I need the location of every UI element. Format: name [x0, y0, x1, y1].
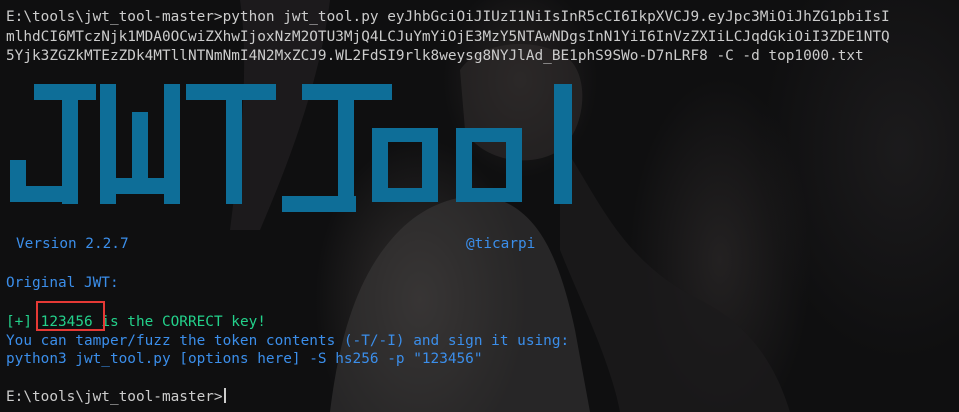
author-label: @ticarpi: [466, 236, 536, 252]
text-cursor: [223, 388, 226, 403]
prompt-text: E:\tools\jwt_tool-master>: [6, 389, 223, 405]
hint-line-1: You can tamper/fuzz the token contents (…: [6, 333, 570, 349]
result-bracket: [+]: [6, 314, 32, 330]
key-highlight-box: [36, 301, 105, 331]
command-line-2: mlhdCI6MTczNjk1MDA0OCwiZXhwIjoxNzM2OTU3M…: [6, 29, 890, 45]
result-message: is the CORRECT key!: [92, 314, 266, 330]
terminal-window[interactable]: E:\tools\jwt_tool-master>python jwt_tool…: [0, 0, 959, 412]
original-jwt-label: Original JWT:: [6, 275, 119, 291]
version-label: Version 2.2.7: [16, 236, 129, 252]
prompt-line[interactable]: E:\tools\jwt_tool-master>: [6, 388, 226, 407]
command-line-1: E:\tools\jwt_tool-master>python jwt_tool…: [6, 9, 890, 25]
command-line-3: 5Yjk3ZGZkMTEzZDk4MTllNTNmNmI4N2MxZCJ9.WL…: [6, 48, 864, 64]
hint-line-2: python3 jwt_tool.py [options here] -S hs…: [6, 351, 483, 367]
